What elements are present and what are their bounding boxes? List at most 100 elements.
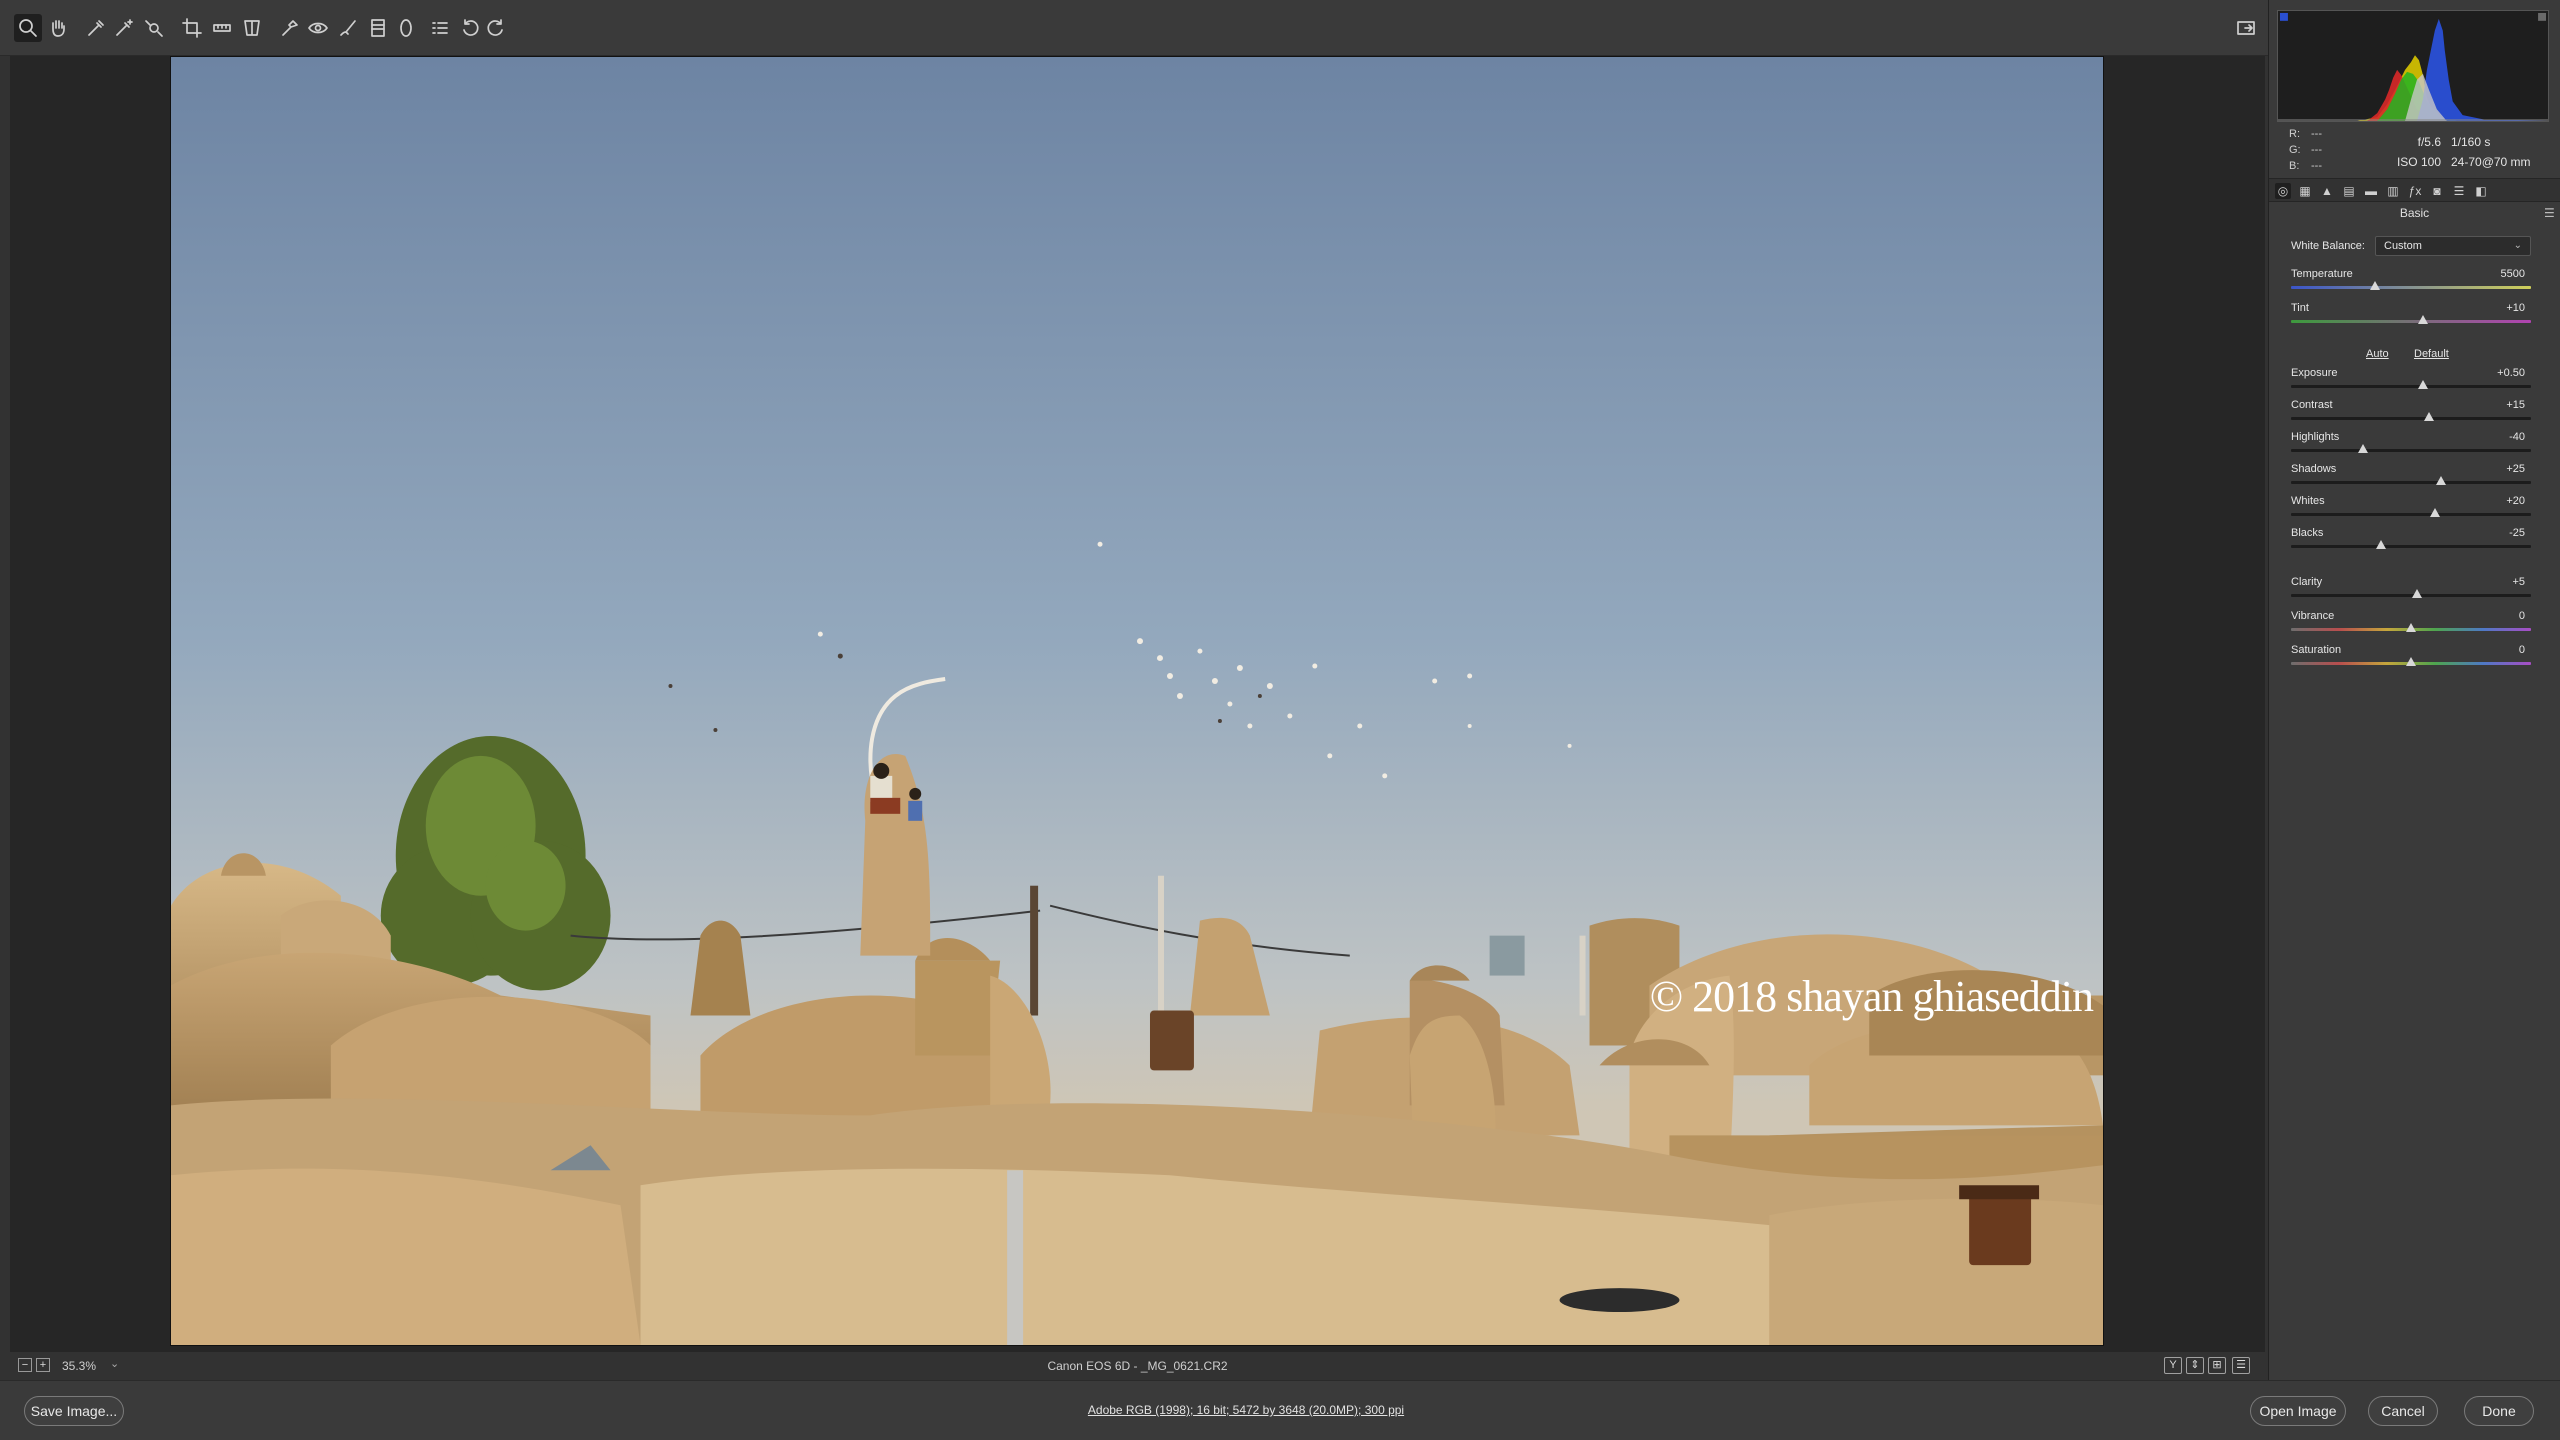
slider-thumb[interactable]: [2424, 412, 2434, 421]
slider-track[interactable]: [2291, 320, 2531, 323]
slider-label: Vibrance: [2291, 610, 2335, 622]
aperture-value: f/5.6: [2417, 135, 2441, 149]
slider-track[interactable]: [2291, 513, 2531, 516]
slider-value[interactable]: +10: [2506, 302, 2525, 314]
slider-thumb[interactable]: [2418, 315, 2428, 324]
workflow-options-link[interactable]: Adobe RGB (1998); 16 bit; 5472 by 3648 (…: [0, 1403, 2492, 1417]
before-after-toggle-icon[interactable]: Y: [2164, 1357, 2182, 1374]
default-link[interactable]: Default: [2414, 348, 2449, 360]
shutter-value: 1/160 s: [2451, 135, 2491, 149]
tab-detail-icon[interactable]: ▲: [2319, 183, 2335, 199]
crop-icon[interactable]: [178, 14, 206, 42]
saturation-slider[interactable]: Saturation 0: [2291, 644, 2531, 672]
slider-thumb[interactable]: [2376, 540, 2386, 549]
r-label: R:: [2289, 128, 2300, 140]
graduated-filter-icon[interactable]: [364, 14, 392, 42]
slider-value[interactable]: 0: [2519, 610, 2525, 622]
preview-preferences-icon[interactable]: ☰: [2232, 1357, 2250, 1374]
file-info: Canon EOS 6D - _MG_0621.CR2: [1047, 1359, 1228, 1373]
panel-tabs: ◎ ▦ ▲ ▤ ▬ ▥ ƒx ◙ ☰ ◧: [2269, 178, 2560, 202]
tab-camera-calibration-icon[interactable]: ◙: [2429, 183, 2445, 199]
clarity-slider[interactable]: Clarity +5: [2291, 576, 2531, 604]
tab-tone-curve-icon[interactable]: ▦: [2297, 183, 2313, 199]
slider-track[interactable]: [2291, 385, 2531, 388]
tab-lens-corrections-icon[interactable]: ▥: [2385, 183, 2401, 199]
blacks-slider[interactable]: Blacks -25: [2291, 527, 2531, 555]
slider-thumb[interactable]: [2412, 589, 2422, 598]
white-balance-select[interactable]: Custom ⌄: [2375, 236, 2531, 256]
slider-thumb[interactable]: [2370, 281, 2380, 290]
slider-track[interactable]: [2291, 286, 2531, 289]
rotate-right-icon[interactable]: [482, 14, 510, 42]
photo-preview[interactable]: © 2018 shayan ghiaseddin: [170, 56, 2104, 1346]
copy-settings-icon[interactable]: ⊞: [2208, 1357, 2226, 1374]
slider-value[interactable]: -25: [2509, 527, 2525, 539]
slider-value[interactable]: +25: [2506, 463, 2525, 475]
slider-thumb[interactable]: [2418, 380, 2428, 389]
cancel-button[interactable]: Cancel: [2368, 1396, 2438, 1426]
hand-icon[interactable]: [44, 14, 72, 42]
slider-label: Clarity: [2291, 576, 2323, 588]
b-label: B:: [2289, 160, 2300, 172]
auto-link[interactable]: Auto: [2366, 348, 2389, 360]
slider-thumb[interactable]: [2436, 476, 2446, 485]
white-balance-icon[interactable]: [82, 14, 110, 42]
tab-effects-icon[interactable]: ƒx: [2407, 183, 2423, 199]
slider-value[interactable]: 5500: [2501, 268, 2525, 280]
done-button[interactable]: Done: [2464, 1396, 2534, 1426]
slider-label: Shadows: [2291, 463, 2337, 475]
slider-label: Saturation: [2291, 644, 2342, 656]
slider-thumb[interactable]: [2406, 623, 2416, 632]
contrast-slider[interactable]: Contrast +15: [2291, 399, 2531, 427]
slider-track[interactable]: [2291, 545, 2531, 548]
straighten-icon[interactable]: [208, 14, 236, 42]
red-eye-icon[interactable]: [304, 14, 332, 42]
transform-icon[interactable]: [238, 14, 266, 42]
rotate-left-icon[interactable]: [456, 14, 484, 42]
toolbar: [0, 0, 2268, 56]
slider-thumb[interactable]: [2430, 508, 2440, 517]
fullscreen-icon[interactable]: [2232, 14, 2260, 42]
slider-label: Whites: [2291, 495, 2325, 507]
tab-presets-icon[interactable]: ☰: [2451, 183, 2467, 199]
tab-hsl-icon[interactable]: ▤: [2341, 183, 2357, 199]
highlights-slider[interactable]: Highlights -40: [2291, 431, 2531, 459]
swap-settings-icon[interactable]: ⇕: [2186, 1357, 2204, 1374]
iso-value: ISO 100: [2396, 155, 2441, 169]
slider-value[interactable]: 0: [2519, 644, 2525, 656]
whites-slider[interactable]: Whites +20: [2291, 495, 2531, 523]
slider-track[interactable]: [2291, 449, 2531, 452]
slider-value[interactable]: +0.50: [2497, 367, 2525, 379]
zoom-icon[interactable]: [14, 14, 42, 42]
slider-track[interactable]: [2291, 594, 2531, 597]
slider-value[interactable]: +20: [2506, 495, 2525, 507]
preferences-icon[interactable]: [426, 14, 454, 42]
shadows-slider[interactable]: Shadows +25: [2291, 463, 2531, 491]
slider-thumb[interactable]: [2358, 444, 2368, 453]
slider-track[interactable]: [2291, 481, 2531, 484]
adjustment-brush-icon[interactable]: [334, 14, 362, 42]
open-image-button[interactable]: Open Image: [2250, 1396, 2346, 1426]
white-balance-label: White Balance:: [2291, 240, 2365, 252]
color-sampler-icon[interactable]: [110, 14, 138, 42]
tab-split-toning-icon[interactable]: ▬: [2363, 183, 2379, 199]
slider-value[interactable]: +15: [2506, 399, 2525, 411]
slider-label: Blacks: [2291, 527, 2324, 539]
temperature-slider[interactable]: Temperature 5500: [2291, 268, 2531, 296]
exposure-slider[interactable]: Exposure +0.50: [2291, 367, 2531, 395]
image-canvas[interactable]: © 2018 shayan ghiaseddin: [10, 56, 2265, 1352]
slider-label: Highlights: [2291, 431, 2340, 443]
targeted-adjustment-icon[interactable]: [140, 14, 168, 42]
slider-value[interactable]: -40: [2509, 431, 2525, 443]
slider-track[interactable]: [2291, 417, 2531, 420]
tab-snapshots-icon[interactable]: ◧: [2473, 183, 2489, 199]
tab-basic-icon[interactable]: ◎: [2275, 183, 2291, 199]
tint-slider[interactable]: Tint +10: [2291, 302, 2531, 330]
slider-value[interactable]: +5: [2512, 576, 2525, 588]
radial-filter-icon[interactable]: [392, 14, 420, 42]
slider-thumb[interactable]: [2406, 657, 2416, 666]
vibrance-slider[interactable]: Vibrance 0: [2291, 610, 2531, 638]
spot-removal-icon[interactable]: [276, 14, 304, 42]
panel-menu-icon[interactable]: ☰: [2544, 206, 2556, 220]
exif-info: f/5.6 1/160 s ISO 100 24-70@70 mm: [2383, 132, 2553, 172]
